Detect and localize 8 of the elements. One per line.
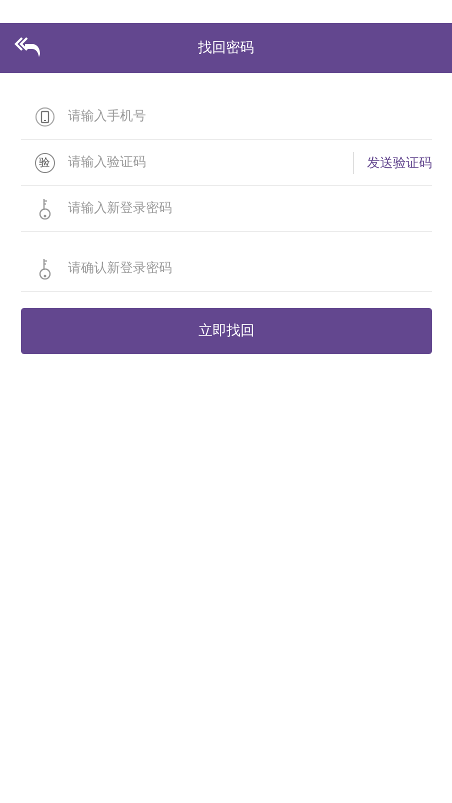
submit-button[interactable]: 立即找回 — [21, 308, 432, 354]
key-icon — [38, 198, 52, 220]
page-title: 找回密码 — [198, 39, 254, 57]
key-icon — [38, 258, 52, 280]
phone-icon — [34, 106, 54, 126]
badge-icon: 验 — [34, 152, 54, 172]
back-icon — [14, 35, 42, 59]
send-code-button[interactable]: 发送验证码 — [353, 152, 432, 174]
